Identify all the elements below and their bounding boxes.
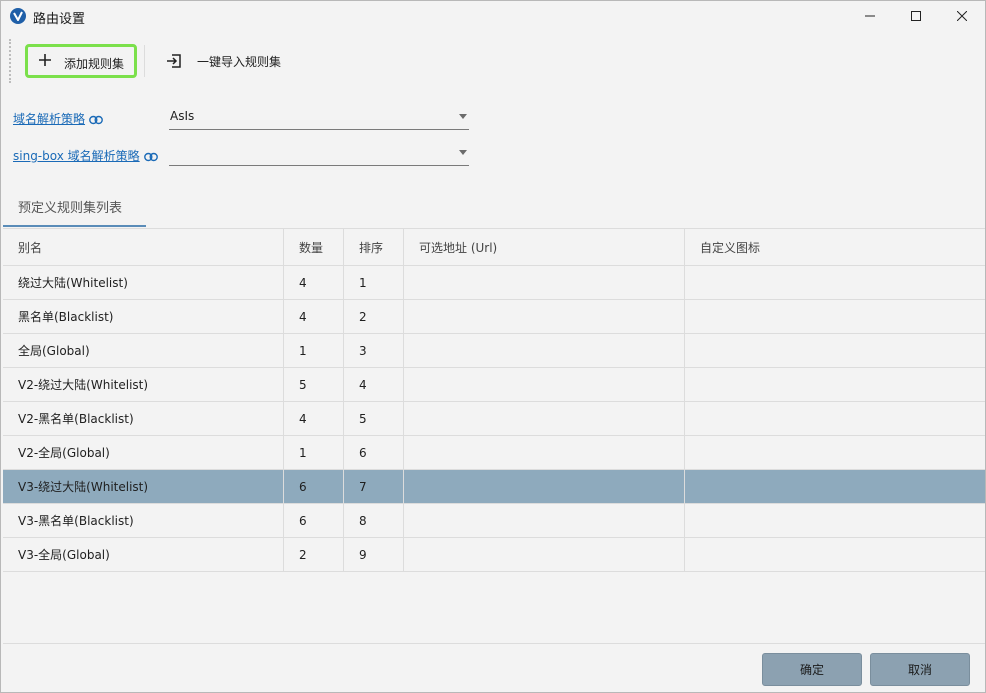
- domain-strategy-value: AsIs: [170, 109, 195, 123]
- cell-order: 2: [344, 300, 404, 333]
- app-logo-icon: [10, 8, 26, 24]
- cell-alias: V3-黑名单(Blacklist): [3, 504, 284, 537]
- cell-custom-icon: [685, 334, 985, 367]
- cancel-button[interactable]: 取消: [870, 653, 970, 686]
- chevron-down-icon: [459, 150, 467, 155]
- link-icon: [89, 115, 103, 124]
- maximize-button[interactable]: [893, 1, 939, 31]
- cell-order: 4: [344, 368, 404, 401]
- cell-url: [404, 334, 685, 367]
- close-icon: [957, 11, 967, 21]
- one-click-import-label: 一键导入规则集: [197, 55, 282, 69]
- cell-custom-icon: [685, 368, 985, 401]
- cell-url: [404, 266, 685, 299]
- cell-order: 9: [344, 538, 404, 571]
- one-click-import-button[interactable]: 一键导入规则集: [165, 49, 295, 73]
- table-row[interactable]: 黑名单(Blacklist) 4 2: [3, 300, 985, 334]
- column-header-url[interactable]: 可选地址 (Url): [404, 229, 685, 265]
- cell-order: 8: [344, 504, 404, 537]
- cell-custom-icon: [685, 538, 985, 571]
- table-header-row: 别名 数量 排序 可选地址 (Url) 自定义图标: [3, 229, 985, 266]
- cell-url: [404, 470, 685, 503]
- tab-label: 预定义规则集列表: [18, 201, 123, 216]
- cell-count: 1: [284, 334, 344, 367]
- title-bar: 路由设置: [1, 1, 985, 31]
- cell-order: 5: [344, 402, 404, 435]
- add-ruleset-button[interactable]: 添加规则集: [25, 44, 137, 78]
- domain-strategy-link[interactable]: 域名解析策略: [13, 110, 103, 127]
- minimize-button[interactable]: [847, 1, 893, 31]
- column-header-order[interactable]: 排序: [344, 229, 404, 265]
- cell-order: 6: [344, 436, 404, 469]
- table-row[interactable]: V3-全局(Global) 2 9: [3, 538, 985, 572]
- column-header-count[interactable]: 数量: [284, 229, 344, 265]
- cell-url: [404, 436, 685, 469]
- table-row[interactable]: V2-黑名单(Blacklist) 4 5: [3, 402, 985, 436]
- toolbar: 添加规则集 一键导入规则集: [7, 37, 983, 83]
- singbox-domain-strategy-select[interactable]: [169, 140, 469, 166]
- cell-count: 4: [284, 300, 344, 333]
- table-row[interactable]: 全局(Global) 1 3: [3, 334, 985, 368]
- ruleset-table: 别名 数量 排序 可选地址 (Url) 自定义图标 绕过大陆(Whitelist…: [3, 228, 985, 644]
- table-row[interactable]: 绕过大陆(Whitelist) 4 1: [3, 266, 985, 300]
- cell-alias: V2-黑名单(Blacklist): [3, 402, 284, 435]
- cell-custom-icon: [685, 402, 985, 435]
- ok-button[interactable]: 确定: [762, 653, 862, 686]
- cell-alias: V2-绕过大陆(Whitelist): [3, 368, 284, 401]
- cell-count: 6: [284, 504, 344, 537]
- cell-order: 7: [344, 470, 404, 503]
- close-button[interactable]: [939, 1, 985, 31]
- domain-strategy-label: 域名解析策略: [13, 112, 86, 126]
- column-header-alias[interactable]: 别名: [3, 229, 284, 265]
- cell-custom-icon: [685, 436, 985, 469]
- toolbar-grip[interactable]: [9, 39, 12, 83]
- cell-count: 2: [284, 538, 344, 571]
- add-ruleset-label: 添加规则集: [64, 57, 125, 71]
- cell-alias: V2-全局(Global): [3, 436, 284, 469]
- tab-predefined-rulesets[interactable]: 预定义规则集列表: [3, 187, 146, 227]
- cell-url: [404, 368, 685, 401]
- plus-icon: [39, 54, 51, 66]
- cell-alias: V3-绕过大陆(Whitelist): [3, 470, 284, 503]
- cell-count: 4: [284, 402, 344, 435]
- cell-count: 5: [284, 368, 344, 401]
- singbox-domain-strategy-link[interactable]: sing-box 域名解析策略: [13, 147, 158, 164]
- cell-custom-icon: [685, 266, 985, 299]
- cell-url: [404, 300, 685, 333]
- cell-url: [404, 504, 685, 537]
- window-title: 路由设置: [33, 12, 86, 27]
- table-row[interactable]: V3-黑名单(Blacklist) 6 8: [3, 504, 985, 538]
- table-row[interactable]: V3-绕过大陆(Whitelist) 6 7: [3, 470, 985, 504]
- minimize-icon: [865, 15, 875, 17]
- singbox-domain-strategy-label: sing-box 域名解析策略: [13, 149, 140, 163]
- maximize-icon: [911, 11, 921, 21]
- toolbar-separator: [144, 45, 145, 77]
- cell-count: 4: [284, 266, 344, 299]
- cell-order: 3: [344, 334, 404, 367]
- domain-strategy-select[interactable]: AsIs: [169, 104, 469, 130]
- cell-alias: V3-全局(Global): [3, 538, 284, 571]
- link-icon: [143, 152, 158, 161]
- cell-url: [404, 538, 685, 571]
- column-header-custom-icon[interactable]: 自定义图标: [685, 229, 985, 265]
- table-row[interactable]: V2-全局(Global) 1 6: [3, 436, 985, 470]
- cell-count: 6: [284, 470, 344, 503]
- cell-custom-icon: [685, 470, 985, 503]
- import-icon: [167, 54, 181, 68]
- table-row[interactable]: V2-绕过大陆(Whitelist) 5 4: [3, 368, 985, 402]
- cell-count: 1: [284, 436, 344, 469]
- cell-custom-icon: [685, 504, 985, 537]
- cell-alias: 黑名单(Blacklist): [3, 300, 284, 333]
- cell-url: [404, 402, 685, 435]
- cell-order: 1: [344, 266, 404, 299]
- chevron-down-icon: [459, 114, 467, 119]
- cell-alias: 绕过大陆(Whitelist): [3, 266, 284, 299]
- cell-alias: 全局(Global): [3, 334, 284, 367]
- cell-custom-icon: [685, 300, 985, 333]
- routing-settings-window: 路由设置 添加规则集 一键导入规则集 域名解析策略 AsIs sing-box …: [0, 0, 986, 693]
